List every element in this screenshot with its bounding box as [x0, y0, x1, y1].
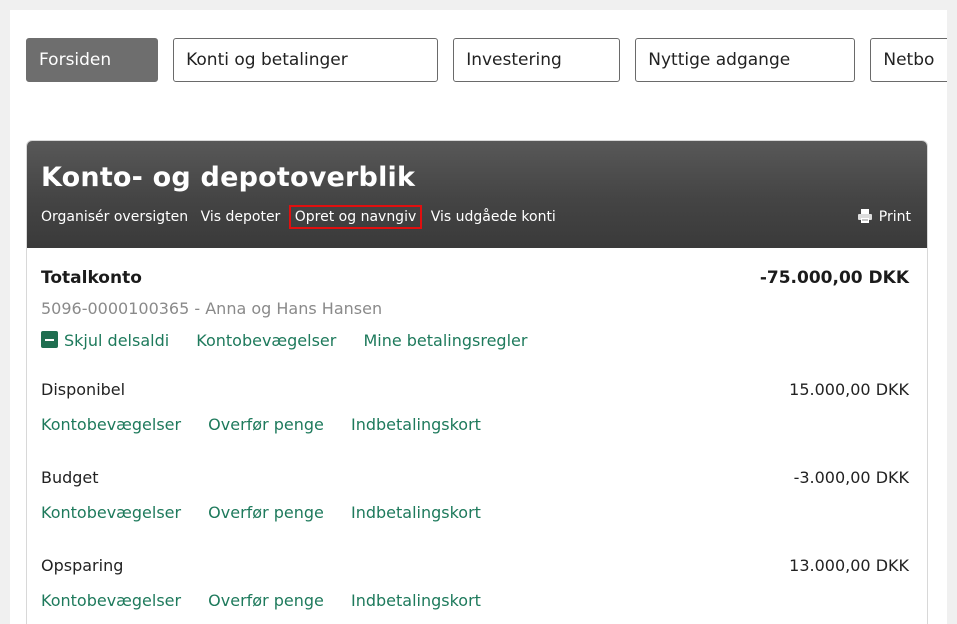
- show-closed-accounts-link[interactable]: Vis udgåede konti: [431, 209, 556, 225]
- transfer-money-link[interactable]: Overfør penge: [208, 415, 324, 434]
- organise-link[interactable]: Organisér oversigten: [41, 209, 188, 225]
- movements-link[interactable]: Kontobevægelser: [41, 503, 181, 522]
- print-label: Print: [878, 209, 911, 225]
- payment-slip-link[interactable]: Indbetalingskort: [351, 415, 481, 434]
- payment-slip-link[interactable]: Indbetalingskort: [351, 503, 481, 522]
- subaccount-label-disponibel: Disponibel: [41, 380, 126, 399]
- account-total-amount: -75.000,00 DKK: [759, 268, 909, 288]
- hide-subbalance-label: Skjul delsaldi: [64, 331, 170, 350]
- account-actions: Skjul delsaldi Kontobevægelser Mine beta…: [41, 331, 549, 350]
- subaccount-amount-opsparing: 13.000,00 DKK: [789, 556, 909, 575]
- show-depots-link[interactable]: Vis depoter: [201, 209, 281, 225]
- tab-konti-og-betalinger[interactable]: Konti og betalinger: [173, 38, 439, 82]
- subaccount-amount-budget: -3.000,00 DKK: [793, 468, 909, 487]
- overview-header: Konto- og depotoverblik Organisér oversi…: [27, 141, 927, 248]
- transfer-money-link[interactable]: Overfør penge: [208, 591, 324, 610]
- payment-slip-link[interactable]: Indbetalingskort: [351, 591, 481, 610]
- movements-link[interactable]: Kontobevægelser: [41, 415, 181, 434]
- tab-nyttige-adgange[interactable]: Nyttige adgange: [635, 38, 856, 82]
- account-name: Totalkonto: [41, 268, 142, 288]
- main-nav: Forsiden Konti og betalinger Investering…: [26, 38, 947, 82]
- page: Forsiden Konti og betalinger Investering…: [10, 10, 947, 624]
- subaccount-links-budget: Kontobevægelser Overfør penge Indbetalin…: [41, 503, 503, 522]
- collapse-minus-icon: [41, 331, 58, 348]
- subaccount-links-disponibel: Kontobevægelser Overfør penge Indbetalin…: [41, 415, 503, 434]
- printer-icon: [857, 209, 872, 223]
- overview-subnav: Organisér oversigten Vis depoter Opret o…: [41, 205, 564, 229]
- subaccount-label-budget: Budget: [41, 468, 99, 487]
- print-button[interactable]: Print: [857, 209, 911, 225]
- tab-forsiden[interactable]: Forsiden: [26, 38, 158, 82]
- account-number-owner: 5096-0000100365 - Anna og Hans Hansen: [41, 299, 383, 318]
- hide-subbalance-link[interactable]: Skjul delsaldi: [41, 331, 169, 350]
- subaccount-links-opsparing: Kontobevægelser Overfør penge Indbetalin…: [41, 591, 503, 610]
- movements-link[interactable]: Kontobevægelser: [41, 591, 181, 610]
- tab-netbo[interactable]: Netbo: [870, 38, 947, 82]
- tab-investering[interactable]: Investering: [453, 38, 621, 82]
- subaccount-amount-disponibel: 15.000,00 DKK: [789, 380, 909, 399]
- create-and-name-link[interactable]: Opret og navngiv: [288, 205, 423, 229]
- payment-rules-link[interactable]: Mine betalingsregler: [363, 331, 527, 350]
- subaccount-label-opsparing: Opsparing: [41, 556, 124, 575]
- transfer-money-link[interactable]: Overfør penge: [208, 503, 324, 522]
- page-title: Konto- og depotoverblik: [41, 162, 416, 193]
- movements-link[interactable]: Kontobevægelser: [196, 331, 336, 350]
- overview-card: Konto- og depotoverblik Organisér oversi…: [26, 140, 928, 624]
